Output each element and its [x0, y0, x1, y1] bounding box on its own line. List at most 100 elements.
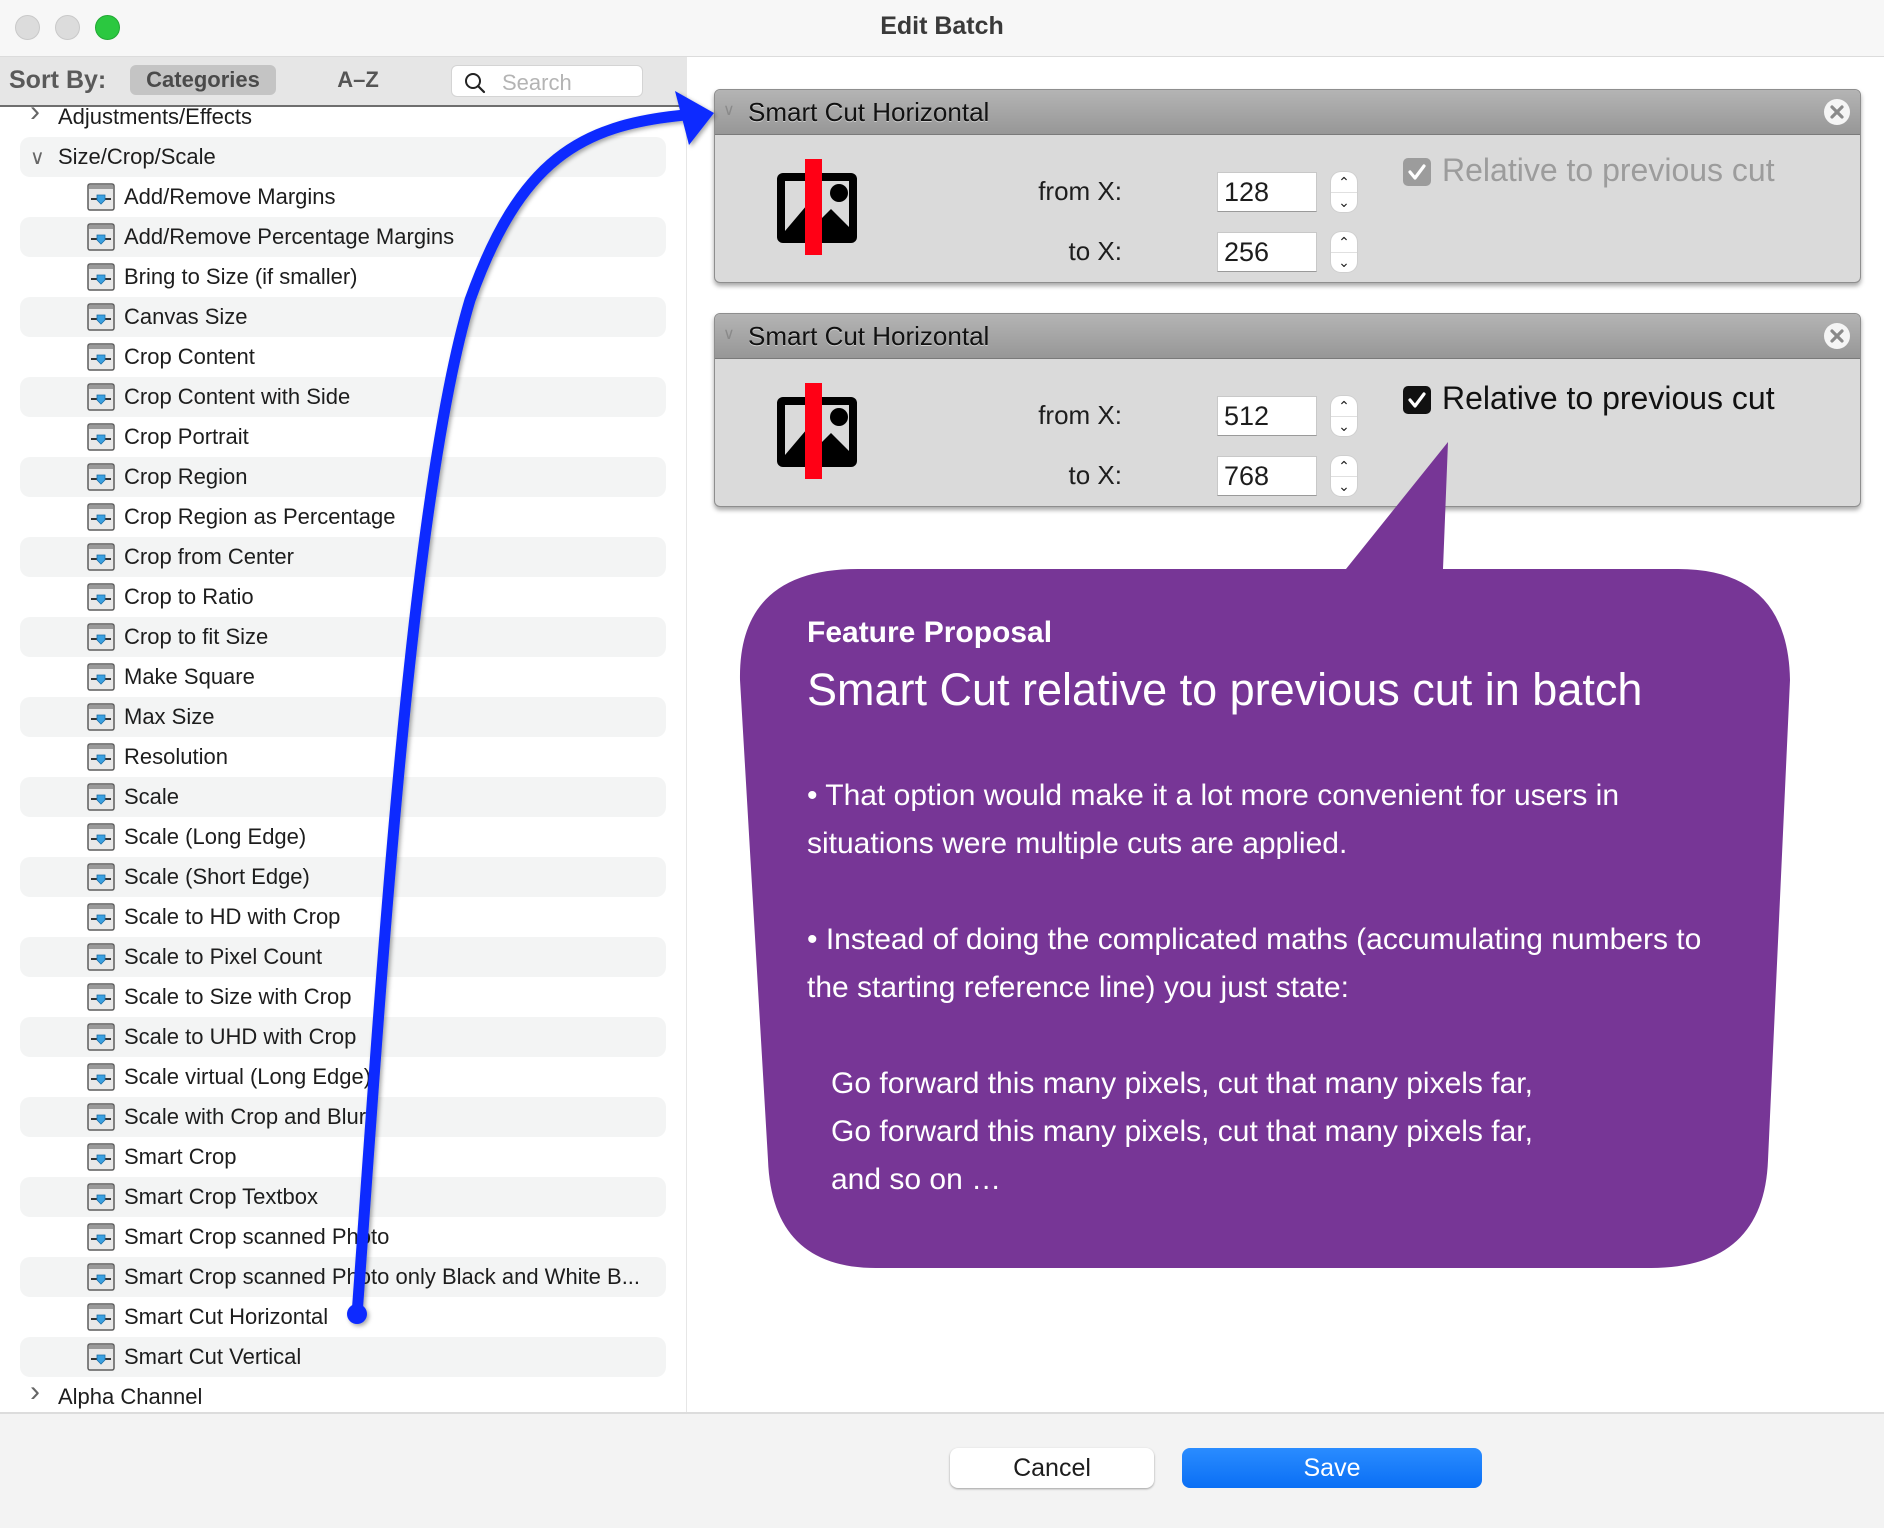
category-row[interactable]: › Alpha Channel — [20, 1375, 666, 1412]
action-item[interactable]: Smart Cut Horizontal — [20, 1297, 666, 1337]
action-item[interactable]: Scale to UHD with Crop — [20, 1017, 666, 1057]
search-icon — [464, 72, 486, 99]
action-item-label: Scale — [124, 784, 180, 809]
callout-quote-line: Go forward this many pixels, cut that ma… — [831, 1067, 1533, 1100]
from-x-stepper[interactable]: ⌃ ⌄ — [1331, 172, 1357, 212]
chevron-up-icon[interactable]: ⌃ — [1331, 456, 1357, 477]
action-item[interactable]: Crop Content — [20, 337, 666, 377]
action-slider-icon — [87, 223, 115, 251]
action-slider-icon — [87, 503, 115, 531]
action-slider-icon — [87, 1103, 115, 1131]
chevron-down-icon[interactable]: ⌄ — [1331, 476, 1357, 496]
action-item[interactable]: Smart Cut Vertical — [20, 1337, 666, 1377]
action-item[interactable]: Scale — [20, 777, 666, 817]
action-item-label: Crop Content — [124, 344, 255, 369]
to-x-stepper[interactable]: ⌃ ⌄ — [1331, 456, 1357, 496]
smart-cut-horizontal-icon — [777, 159, 857, 255]
action-item[interactable]: Scale to Pixel Count — [20, 937, 666, 977]
action-slider-icon — [87, 263, 115, 291]
sort-bar: Sort By: Categories A–Z Search — [0, 57, 686, 107]
action-item[interactable]: Resolution — [20, 737, 666, 777]
action-item[interactable]: Bring to Size (if smaller) — [20, 257, 666, 297]
relative-checkbox[interactable] — [1403, 158, 1431, 186]
action-tree: › Adjustments/Effects ∨ Size/Crop/Scale Add/… — [0, 95, 686, 1412]
action-item-label: Make Square — [124, 664, 255, 689]
callout-paragraph: • That option would make it a lot more c… — [807, 779, 1620, 860]
action-item[interactable]: Crop Region — [20, 457, 666, 497]
action-item[interactable]: Crop Region as Percentage — [20, 497, 666, 537]
to-x-stepper[interactable]: ⌃ ⌄ — [1331, 232, 1357, 272]
to-x-input[interactable]: 256 — [1217, 232, 1317, 272]
action-slider-icon — [87, 623, 115, 651]
action-item[interactable]: Scale to Size with Crop — [20, 977, 666, 1017]
panel-title: Smart Cut Horizontal — [748, 321, 990, 351]
action-item-label: Crop to Ratio — [124, 584, 254, 609]
chevron-right-icon[interactable]: › — [30, 1375, 40, 1409]
from-x-stepper[interactable]: ⌃ ⌄ — [1331, 396, 1357, 436]
chevron-down-icon[interactable]: ⌄ — [1331, 416, 1357, 436]
panel-title: Smart Cut Horizontal — [748, 97, 990, 127]
search-placeholder: Search — [502, 70, 572, 95]
action-item-label: Smart Crop scanned Photo — [124, 1224, 390, 1249]
chevron-up-icon[interactable]: ⌃ — [1331, 396, 1357, 417]
action-slider-icon — [87, 823, 115, 851]
remove-step-button[interactable] — [1824, 323, 1850, 349]
action-item[interactable]: Crop to Ratio — [20, 577, 666, 617]
action-item[interactable]: Smart Crop scanned Photo — [20, 1217, 666, 1257]
from-x-label: from X: — [1038, 176, 1122, 206]
action-item[interactable]: Crop Content with Side — [20, 377, 666, 417]
panel-header[interactable]: ∨ Smart Cut Horizontal — [715, 314, 1860, 359]
action-item-label: Scale to UHD with Crop — [124, 1024, 357, 1049]
action-item[interactable]: Smart Crop — [20, 1137, 666, 1177]
action-item[interactable]: Canvas Size — [20, 297, 666, 337]
action-item[interactable]: Smart Crop Textbox — [20, 1177, 666, 1217]
relative-checkbox[interactable] — [1403, 386, 1431, 414]
checkmark-icon — [1408, 392, 1426, 408]
from-x-input[interactable]: 512 — [1217, 396, 1317, 436]
action-item-label: Scale with Crop and Blur — [124, 1104, 367, 1129]
chevron-down-icon[interactable]: ⌄ — [1331, 192, 1357, 212]
action-item[interactable]: Scale with Crop and Blur — [20, 1097, 666, 1137]
callout-kicker: Feature Proposal — [807, 616, 1053, 649]
collapse-chevron-icon[interactable]: ∨ — [723, 324, 735, 344]
chevron-up-icon[interactable]: ⌃ — [1331, 172, 1357, 193]
sort-a-z-button[interactable]: A–Z — [320, 65, 396, 95]
action-item-label: Crop Content with Side — [124, 384, 351, 409]
action-item[interactable]: Add/Remove Margins — [20, 177, 666, 217]
chevron-up-icon[interactable]: ⌃ — [1331, 232, 1357, 253]
chevron-down-icon[interactable]: ∨ — [30, 145, 45, 170]
chevron-down-icon[interactable]: ⌄ — [1331, 252, 1357, 272]
to-x-input[interactable]: 768 — [1217, 456, 1317, 496]
action-item[interactable]: Scale virtual (Long Edge) — [20, 1057, 666, 1097]
action-item[interactable]: Smart Crop scanned Photo only Black and … — [20, 1257, 666, 1297]
action-item[interactable]: Crop from Center — [20, 537, 666, 577]
action-item[interactable]: Add/Remove Percentage Margins — [20, 217, 666, 257]
checkmark-icon — [1408, 164, 1426, 180]
sort-categories-button[interactable]: Categories — [130, 65, 276, 95]
collapse-chevron-icon[interactable]: ∨ — [723, 100, 735, 120]
to-x-label: to X: — [1068, 460, 1122, 490]
action-item-label: Crop Region as Percentage — [124, 504, 396, 529]
category-row[interactable]: ∨ Size/Crop/Scale — [20, 137, 666, 177]
callout-quote-line: Go forward this many pixels, cut that ma… — [831, 1115, 1533, 1148]
action-item-label: Canvas Size — [124, 304, 248, 329]
action-slider-icon — [87, 703, 115, 731]
action-item[interactable]: Max Size — [20, 697, 666, 737]
category-label: Alpha Channel — [58, 1384, 203, 1409]
search-field[interactable]: Search — [451, 65, 643, 97]
action-item[interactable]: Crop Portrait — [20, 417, 666, 457]
action-item[interactable]: Scale (Short Edge) — [20, 857, 666, 897]
save-button[interactable]: Save — [1182, 1448, 1482, 1488]
action-item[interactable]: Make Square — [20, 657, 666, 697]
action-item-label: Add/Remove Percentage Margins — [124, 224, 455, 249]
action-slider-icon — [87, 863, 115, 891]
action-item[interactable]: Crop to fit Size — [20, 617, 666, 657]
action-item-label: Crop Portrait — [124, 424, 249, 449]
from-x-input[interactable]: 128 — [1217, 172, 1317, 212]
action-item[interactable]: Scale to HD with Crop — [20, 897, 666, 937]
remove-step-button[interactable] — [1824, 99, 1850, 125]
action-item[interactable]: Scale (Long Edge) — [20, 817, 666, 857]
panel-header[interactable]: ∨ Smart Cut Horizontal — [715, 90, 1860, 135]
cancel-button[interactable]: Cancel — [950, 1448, 1154, 1488]
action-slider-icon — [87, 1343, 115, 1371]
